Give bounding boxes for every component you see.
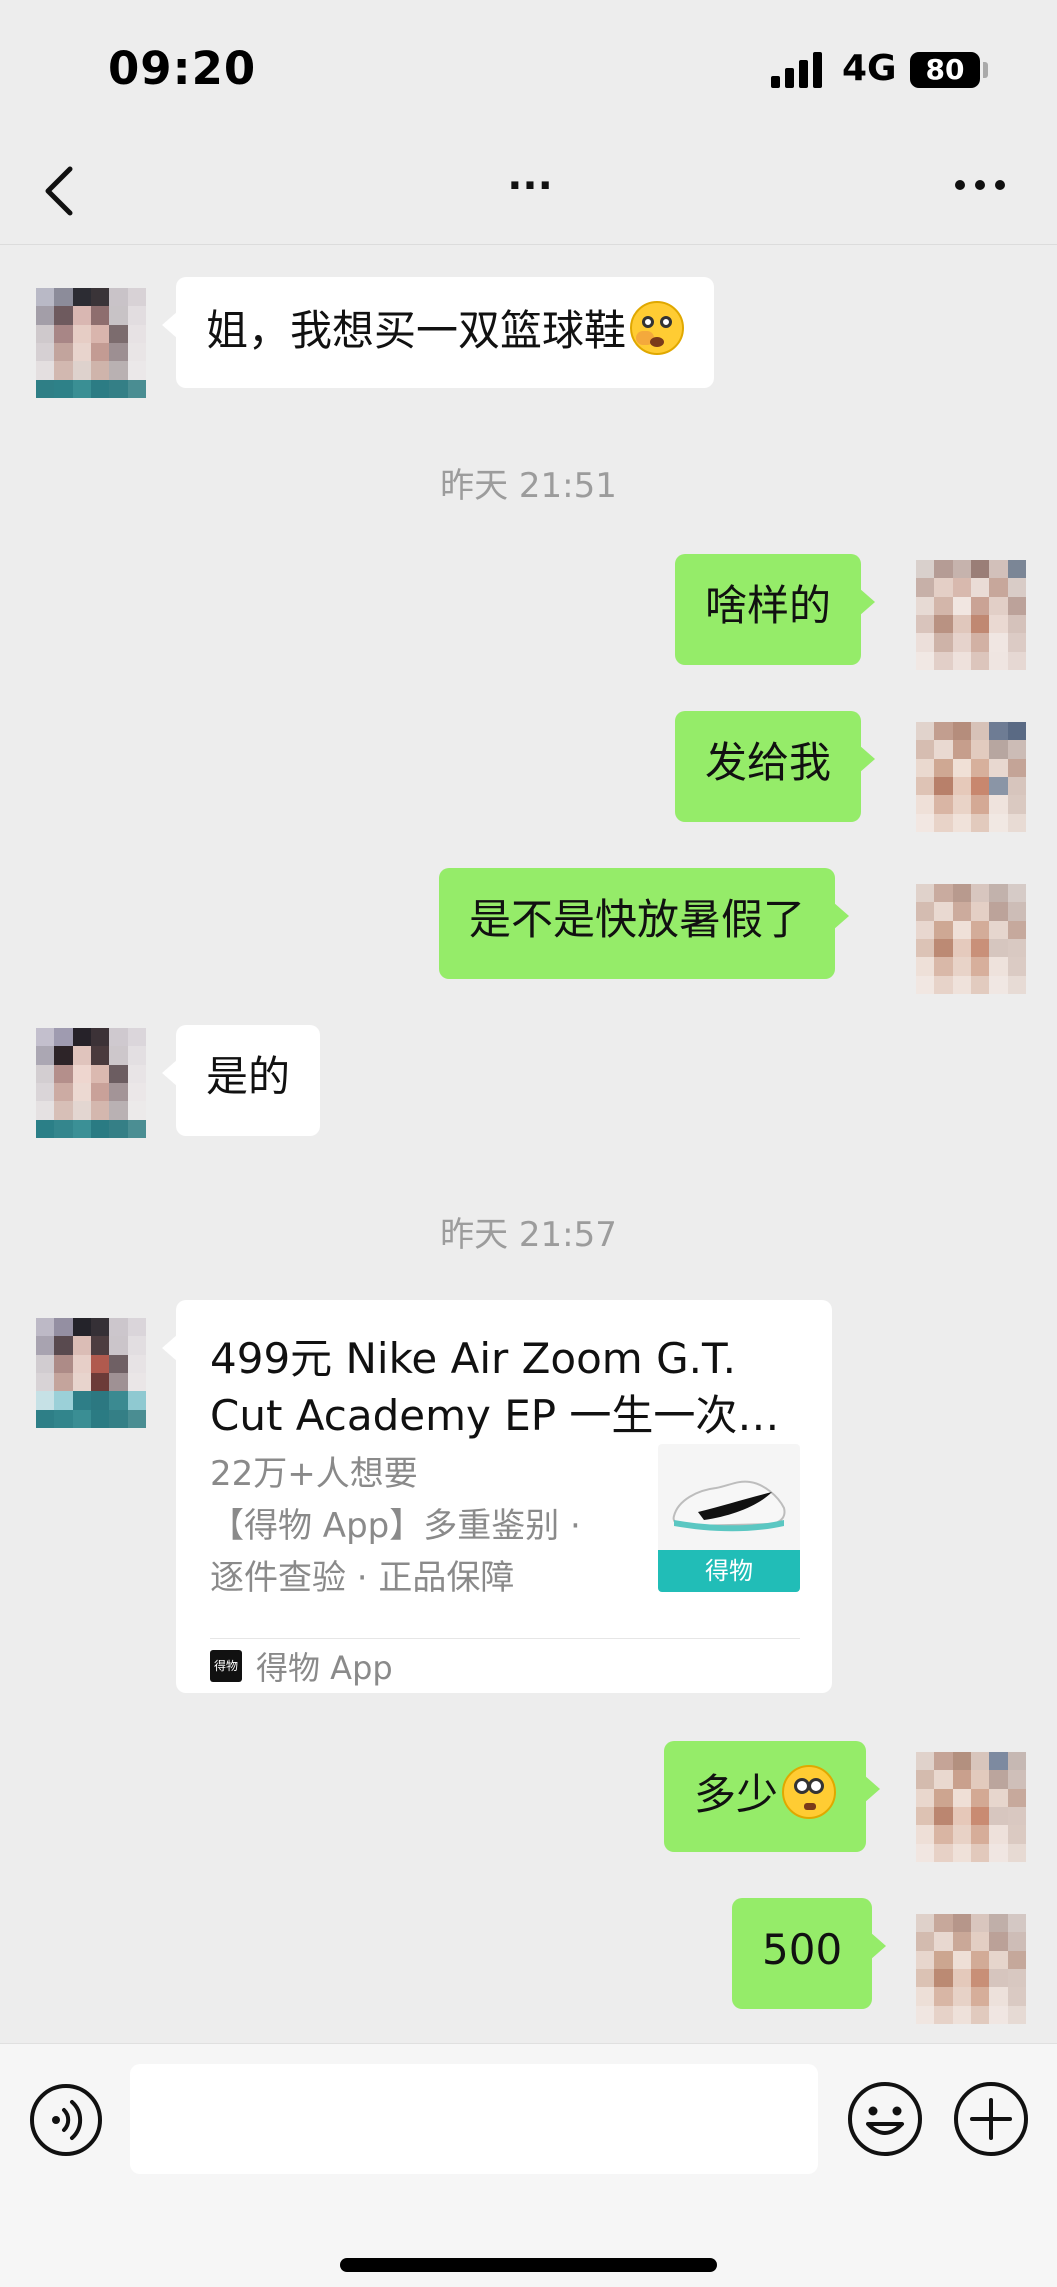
chat-input-bar <box>0 2043 1057 2287</box>
my-avatar[interactable] <box>916 722 1026 832</box>
voice-icon[interactable] <box>28 2082 104 2158</box>
emoji-icon[interactable] <box>846 2080 924 2158</box>
contact-avatar[interactable] <box>36 288 146 398</box>
link-card-title: 499元 Nike Air Zoom G.T. Cut Academy EP 一生… <box>210 1334 780 1440</box>
my-avatar[interactable] <box>916 560 1026 670</box>
message-text: 是的 <box>206 1052 291 1101</box>
app-logo-icon: 得物 <box>210 1650 242 1682</box>
message-text: 是不是快放暑假了 <box>469 895 806 944</box>
link-card-desc-line: 22万+人想要 <box>210 1454 418 1494</box>
link-card[interactable]: 499元 Nike Air Zoom G.T. Cut Academy EP 一生… <box>162 1300 832 1693</box>
timestamp: 昨天 21:51 <box>440 466 617 506</box>
link-card-source: 得物 App <box>256 1649 393 1687</box>
message-text: 姐，我想买一双篮球鞋 <box>206 306 627 355</box>
status-time: 09:20 <box>108 42 257 95</box>
link-card-thumbnail: 得物 <box>658 1444 800 1592</box>
message-text: 发给我 <box>705 738 832 787</box>
my-avatar[interactable] <box>916 1914 1026 2024</box>
battery-cap <box>983 62 988 78</box>
signal-icon <box>771 50 827 88</box>
my-avatar[interactable] <box>916 884 1026 994</box>
message-bubble-outgoing[interactable]: 发给我 <box>675 711 876 822</box>
timestamp: 昨天 21:57 <box>440 1215 617 1255</box>
link-card-description: 22万+人想要 【得物 App】多重鉴别 · 逐件查验 · 正品保障 <box>210 1448 610 1604</box>
my-avatar[interactable] <box>916 1752 1026 1862</box>
chat-header: ... <box>0 135 1057 245</box>
sneaker-icon <box>672 1480 786 1532</box>
battery-icon: 80 <box>910 52 980 88</box>
status-bar: 09:20 4G 80 <box>0 0 1057 135</box>
link-card-desc-line: 【得物 App】多重鉴别 · <box>210 1506 581 1546</box>
chevron-left-icon[interactable] <box>40 163 80 219</box>
thumbnail-brand-bar: 得物 <box>658 1550 800 1592</box>
message-bubble-incoming[interactable]: 是的 <box>161 1025 321 1136</box>
pleading-face-emoji-icon <box>630 301 685 355</box>
card-divider <box>210 1638 800 1639</box>
network-type: 4G <box>842 48 897 89</box>
link-card-footer: 得物 得物 App <box>210 1646 393 1687</box>
plus-icon[interactable] <box>952 2080 1030 2158</box>
message-bubble-outgoing[interactable]: 是不是快放暑假了 <box>439 868 850 979</box>
contact-avatar[interactable] <box>36 1028 146 1138</box>
message-text: 啥样的 <box>705 581 832 630</box>
chat-title: ... <box>507 153 553 199</box>
link-card-desc-line: 逐件查验 · 正品保障 <box>210 1558 515 1598</box>
message-bubble-outgoing[interactable]: 多少 <box>664 1741 881 1852</box>
contact-avatar[interactable] <box>36 1318 146 1428</box>
message-text: 多少 <box>694 1770 779 1819</box>
message-input[interactable] <box>130 2064 818 2174</box>
flushed-face-emoji-icon <box>782 1765 837 1819</box>
more-horizontal-icon[interactable] <box>950 165 1010 205</box>
message-bubble-outgoing[interactable]: 500 <box>732 1898 887 2009</box>
message-text: 500 <box>762 1925 843 1974</box>
home-indicator[interactable] <box>340 2258 717 2272</box>
message-bubble-incoming[interactable]: 姐，我想买一双篮球鞋 <box>161 277 715 388</box>
message-bubble-outgoing[interactable]: 啥样的 <box>675 554 876 665</box>
